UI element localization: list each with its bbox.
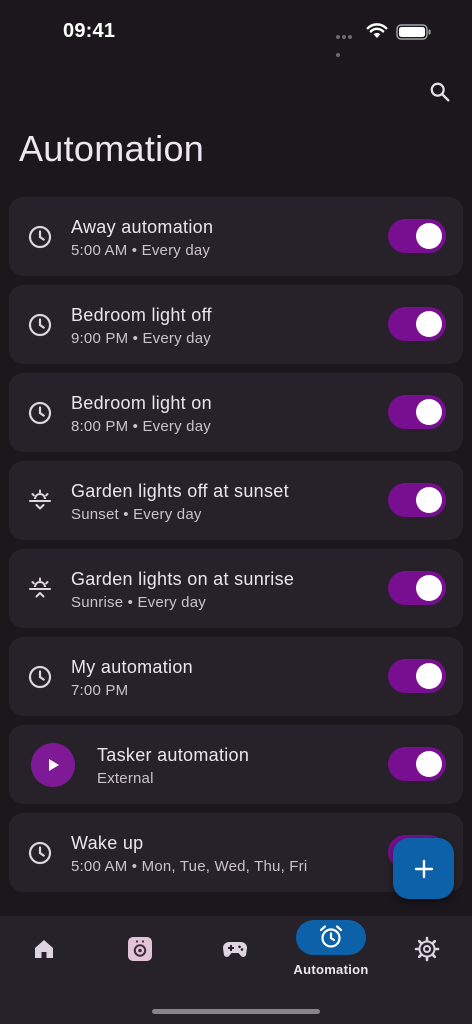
play-icon: [49, 759, 59, 771]
automation-toggle[interactable]: [388, 747, 446, 781]
gamepad-icon: [215, 933, 255, 965]
toggle-knob: [416, 223, 442, 249]
play-button[interactable]: [31, 743, 75, 787]
automation-title: Bedroom light on: [71, 393, 212, 413]
toggle-knob: [416, 663, 442, 689]
automation-subtitle: External: [97, 770, 154, 787]
automation-list: Away automation 5:00 AM • Every day Bedr…: [9, 197, 463, 901]
home-indicator: [152, 1009, 320, 1014]
automation-toggle[interactable]: [388, 219, 446, 253]
toggle-knob: [416, 575, 442, 601]
automation-title: My automation: [71, 657, 193, 677]
automation-item[interactable]: Bedroom light off 9:00 PM • Every day: [9, 285, 463, 364]
automation-title: Garden lights off at sunset: [71, 481, 289, 501]
sunrise-icon: [27, 576, 53, 602]
automation-item[interactable]: Away automation 5:00 AM • Every day: [9, 197, 463, 276]
signal-icon: [336, 35, 358, 57]
status-time: 09:41: [63, 20, 116, 42]
automation-title: Away automation: [71, 217, 214, 237]
home-icon: [24, 933, 64, 965]
toggle-knob: [416, 399, 442, 425]
clock-icon: [27, 840, 53, 866]
automation-subtitle: 5:00 AM • Mon, Tue, Wed, Thu, Fri: [71, 858, 308, 875]
automation-subtitle: Sunset • Every day: [71, 506, 202, 523]
automation-item[interactable]: Tasker automation External: [9, 725, 463, 804]
sunset-icon: [27, 488, 53, 514]
clock-icon: [27, 224, 53, 250]
nav-item-devices[interactable]: [93, 916, 187, 986]
page-title: Automation: [19, 128, 205, 169]
nav-item-settings[interactable]: [380, 916, 472, 986]
automation-toggle[interactable]: [388, 483, 446, 517]
automation-item[interactable]: Garden lights on at sunrise Sunrise • Ev…: [9, 549, 463, 628]
search-icon: [430, 82, 450, 102]
status-bar: 09:41: [0, 0, 472, 62]
settings-icon: [407, 933, 447, 965]
nav-item-home[interactable]: [0, 916, 91, 986]
toggle-knob: [416, 487, 442, 513]
automation-title: Tasker automation: [97, 745, 250, 765]
automation-item[interactable]: My automation 7:00 PM: [9, 637, 463, 716]
automation-subtitle: 7:00 PM: [71, 682, 129, 699]
automation-toggle[interactable]: [388, 307, 446, 341]
nav-item-games[interactable]: [188, 916, 282, 986]
automation-title: Garden lights on at sunrise: [71, 569, 295, 589]
automation-toggle[interactable]: [388, 395, 446, 429]
toggle-knob: [416, 311, 442, 337]
automation-item[interactable]: Bedroom light on 8:00 PM • Every day: [9, 373, 463, 452]
add-automation-button[interactable]: [393, 838, 454, 899]
clock-icon: [27, 400, 53, 426]
wifi-icon: [366, 23, 388, 38]
battery-icon: [396, 24, 431, 40]
bottom-navigation: Automation: [0, 916, 472, 1024]
search-button[interactable]: [424, 76, 456, 108]
clock-icon: [27, 312, 53, 338]
alarm-clock-icon: [311, 921, 351, 953]
automation-subtitle: 8:00 PM • Every day: [71, 418, 211, 435]
automation-toggle[interactable]: [388, 571, 446, 605]
nav-label-automation: Automation: [293, 962, 369, 977]
toggle-knob: [416, 751, 442, 777]
automation-title: Bedroom light off: [71, 305, 212, 325]
automation-subtitle: 5:00 AM • Every day: [71, 242, 211, 259]
automation-title: Wake up: [71, 833, 144, 853]
nav-item-automation[interactable]: Automation: [284, 916, 378, 986]
automation-toggle[interactable]: [388, 659, 446, 693]
plus-icon: [414, 859, 433, 878]
automation-item[interactable]: Garden lights off at sunset Sunset • Eve…: [9, 461, 463, 540]
automation-subtitle: 9:00 PM • Every day: [71, 330, 211, 347]
device-icon: [120, 933, 160, 965]
automation-subtitle: Sunrise • Every day: [71, 594, 206, 611]
clock-icon: [27, 664, 53, 690]
